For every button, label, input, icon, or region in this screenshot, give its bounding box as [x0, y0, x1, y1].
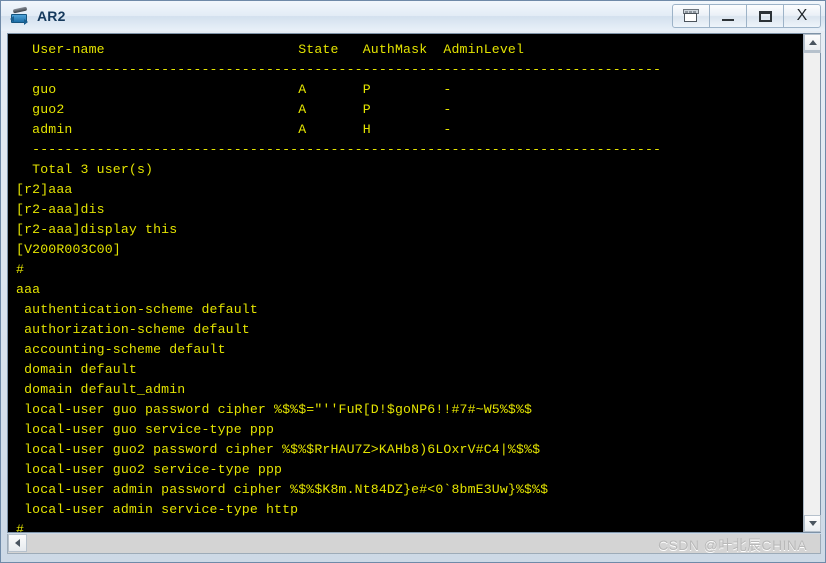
- minimize-button[interactable]: [709, 4, 747, 28]
- terminal-line: [r2]aaa: [16, 182, 73, 197]
- terminal-line: #: [16, 522, 25, 532]
- terminal-line: authorization-scheme default: [16, 322, 250, 337]
- terminal-line: authentication-scheme default: [16, 302, 258, 317]
- terminal-line: ----------------------------------------…: [16, 62, 662, 77]
- terminal-line: Total 3 user(s): [16, 162, 154, 177]
- terminal-line: guo A P -: [16, 82, 452, 97]
- terminal-line: local-user guo2 service-type ppp: [16, 462, 283, 477]
- terminal-line: admin A H -: [16, 122, 452, 137]
- terminal-line: domain default_admin: [16, 382, 186, 397]
- vertical-scroll-thumb[interactable]: [804, 51, 821, 53]
- terminal-line: domain default: [16, 362, 137, 377]
- terminal-line: [V200R003C00]: [16, 242, 121, 257]
- terminal-line: local-user guo2 password cipher %$%$RrHA…: [16, 442, 541, 457]
- scroll-up-button[interactable]: [804, 34, 821, 51]
- maximize-icon: [758, 10, 772, 22]
- window-controls: X: [672, 3, 821, 29]
- terminal-line: [r2-aaa]display this: [16, 222, 178, 237]
- title-bar-left: AR2: [1, 1, 66, 31]
- window-title: AR2: [37, 8, 66, 24]
- cascade-icon: [682, 9, 700, 23]
- terminal-line: User-name State AuthMask AdminLevel: [16, 42, 525, 57]
- maximize-button[interactable]: [746, 4, 784, 28]
- horizontal-scrollbar[interactable]: [7, 534, 821, 554]
- chevron-left-icon: [15, 539, 20, 547]
- terminal-line: ----------------------------------------…: [16, 142, 662, 157]
- terminal-line: accounting-scheme default: [16, 342, 226, 357]
- terminal-line: #: [16, 262, 25, 277]
- close-button[interactable]: X: [783, 4, 821, 28]
- terminal-output[interactable]: User-name State AuthMask AdminLevel ----…: [8, 34, 804, 532]
- terminal-line: local-user admin password cipher %$%$K8m…: [16, 482, 549, 497]
- title-bar[interactable]: AR2 X: [1, 1, 825, 31]
- minimize-icon: [722, 18, 734, 21]
- ar2-console-window: AR2 X User-name State AuthMask AdminLeve…: [0, 0, 826, 563]
- terminal-frame: User-name State AuthMask AdminLevel ----…: [7, 33, 821, 533]
- scroll-down-button[interactable]: [804, 515, 821, 532]
- terminal-line: local-user guo password cipher %$%$="''F…: [16, 402, 533, 417]
- chevron-up-icon: [808, 40, 817, 45]
- vertical-scrollbar[interactable]: [803, 34, 821, 532]
- terminal-line: guo2 A P -: [16, 102, 452, 117]
- cascade-button[interactable]: [672, 4, 710, 28]
- terminal-line: aaa: [16, 282, 41, 297]
- chevron-down-icon: [808, 521, 817, 526]
- terminal-line: local-user guo service-type ppp: [16, 422, 275, 437]
- terminal-line: [r2-aaa]dis: [16, 202, 105, 217]
- router-icon: [9, 5, 31, 27]
- scroll-left-button[interactable]: [8, 534, 27, 552]
- terminal-line: local-user admin service-type http: [16, 502, 299, 517]
- close-icon: X: [796, 7, 808, 24]
